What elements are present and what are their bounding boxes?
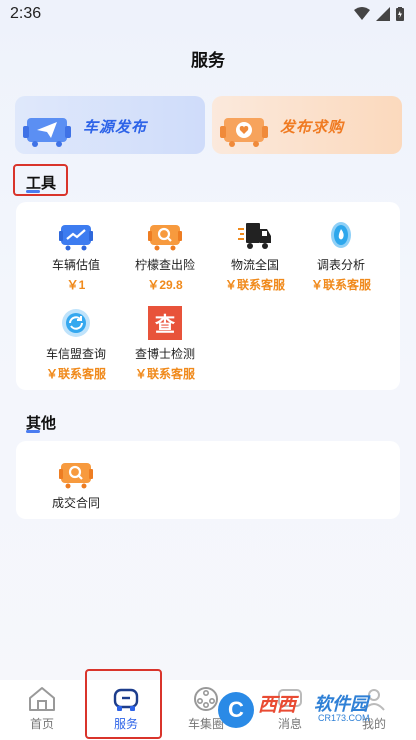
tool-name: 车辆估值 <box>51 258 100 272</box>
tool-car-valuation[interactable]: 车辆估值 ￥1 <box>31 217 121 293</box>
other-panel: 成交合同 <box>16 441 400 519</box>
paper-plane-icon <box>23 118 71 147</box>
home-icon <box>29 687 55 711</box>
nav-home[interactable]: 首页 <box>2 686 82 732</box>
status-icons <box>354 7 404 21</box>
service-nav-highlight-box <box>85 669 162 739</box>
tool-price: ￥联系客服 <box>310 278 371 292</box>
tool-name: 柠檬查出险 <box>134 258 195 272</box>
tool-name: 成交合同 <box>51 496 100 510</box>
tool-name: 车信盟查询 <box>45 347 106 361</box>
car-heart-icon <box>220 118 268 147</box>
tool-chexinmeng-query[interactable]: 车信盟查询 ￥联系客服 <box>31 306 121 382</box>
tool-deal-contract[interactable]: 成交合同 <box>31 455 121 511</box>
tools-panel: 车辆估值 ￥1 柠檬查出险 ￥29.8 物流全国 ￥联系客服 调表分析 ￥联系客… <box>16 202 400 390</box>
tool-odometer-analysis[interactable]: 调表分析 ￥联系客服 <box>296 217 386 293</box>
tool-name: 物流全国 <box>230 258 279 272</box>
tool-name: 调表分析 <box>316 258 365 272</box>
car-source-publish-label: 车源发布 <box>83 119 148 136</box>
battery-icon <box>396 7 404 21</box>
page-title: 服务 <box>191 51 225 70</box>
status-bar: 2:36 <box>0 0 416 30</box>
cha-logo-icon: 查 <box>148 306 182 340</box>
nav-label: 首页 <box>29 717 54 731</box>
tool-name: 查博士检测 <box>134 347 195 361</box>
refresh-icon <box>62 309 90 337</box>
watermark-logo: C <box>218 692 254 728</box>
truck-icon <box>238 223 271 249</box>
tool-lemon-claims-check[interactable]: 柠檬查出险 ￥29.8 <box>120 217 210 293</box>
watermark: C 西西 软件园 CR173.COM <box>218 688 408 730</box>
car-chart-icon <box>59 225 93 251</box>
tool-price: ￥联系客服 <box>45 367 106 381</box>
other-title-underline <box>26 430 40 433</box>
tool-national-logistics[interactable]: 物流全国 ￥联系客服 <box>210 217 300 293</box>
status-time: 2:36 <box>10 5 42 22</box>
watermark-sub: CR173.COM <box>318 713 370 723</box>
car-search-icon <box>59 463 93 489</box>
car-source-publish-button[interactable]: 车源发布 <box>15 96 205 154</box>
car-search-icon <box>148 225 182 251</box>
drop-icon <box>331 222 351 248</box>
purchase-request-publish-button[interactable]: 发布求购 <box>212 96 402 154</box>
cha-logo-char: 查 <box>155 312 175 336</box>
tools-title-underline <box>26 190 40 193</box>
tool-chaboshi-inspection[interactable]: 查 查博士检测 ￥联系客服 <box>120 306 210 382</box>
tool-price: ￥29.8 <box>147 278 183 292</box>
signal-icon <box>376 7 390 21</box>
circle-icon <box>194 687 218 711</box>
tool-price: ￥联系客服 <box>224 278 285 292</box>
tool-price: ￥联系客服 <box>134 367 195 381</box>
watermark-text-a: 西西 <box>258 695 297 716</box>
tool-price: ￥1 <box>66 278 86 292</box>
purchase-request-publish-label: 发布求购 <box>280 119 345 136</box>
wifi-icon <box>354 7 370 20</box>
